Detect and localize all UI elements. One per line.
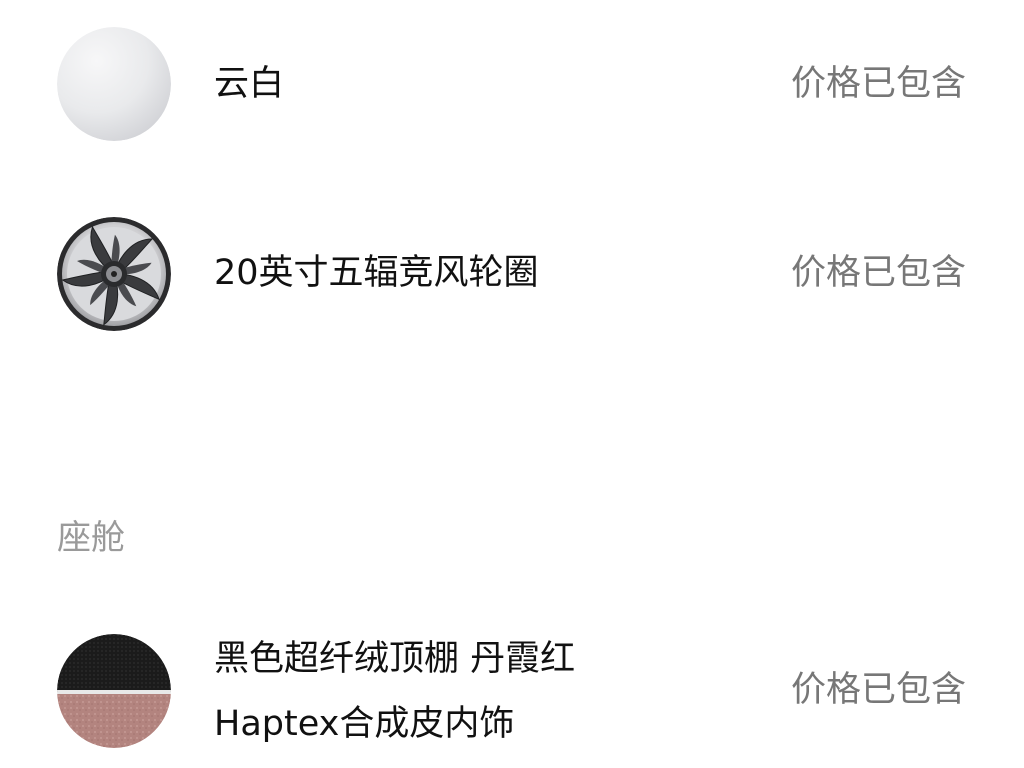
exterior-color-price-status: 价格已包含 [790,64,966,104]
interior-option-name-line1: 黑色超纤绒顶棚 丹霞红 [214,639,576,679]
interior-option-name-line2: Haptex合成皮内饰 [214,704,515,744]
wheel-icon [57,217,171,331]
interior-option-price-status: 价格已包含 [790,670,966,710]
exterior-color-name: 云白 [214,64,285,104]
wheel-option-name: 20英寸五辐竞风轮圈 [214,253,539,293]
interior-swatch-graphic [57,634,171,748]
cabin-section-title: 座舱 [57,518,125,558]
interior-option[interactable]: 黑色超纤绒顶棚 丹霞红 Haptex合成皮内饰 价格已包含 [0,634,1024,768]
wheel-option[interactable]: 20英寸五辐竞风轮圈 价格已包含 [0,217,1024,335]
interior-material-swatch [57,634,171,748]
color-swatch-graphic [57,27,171,141]
configuration-summary-page: 云白 价格已包含 20英寸五辐竞风轮圈 价格已包含 座舱 黑色超纤绒顶棚 丹霞红… [0,0,1024,768]
exterior-color-option[interactable]: 云白 价格已包含 [0,27,1024,145]
wheel-option-price-status: 价格已包含 [790,253,966,293]
cloud-white-color-swatch [57,27,171,141]
wheel-rim-thumbnail [57,217,171,331]
